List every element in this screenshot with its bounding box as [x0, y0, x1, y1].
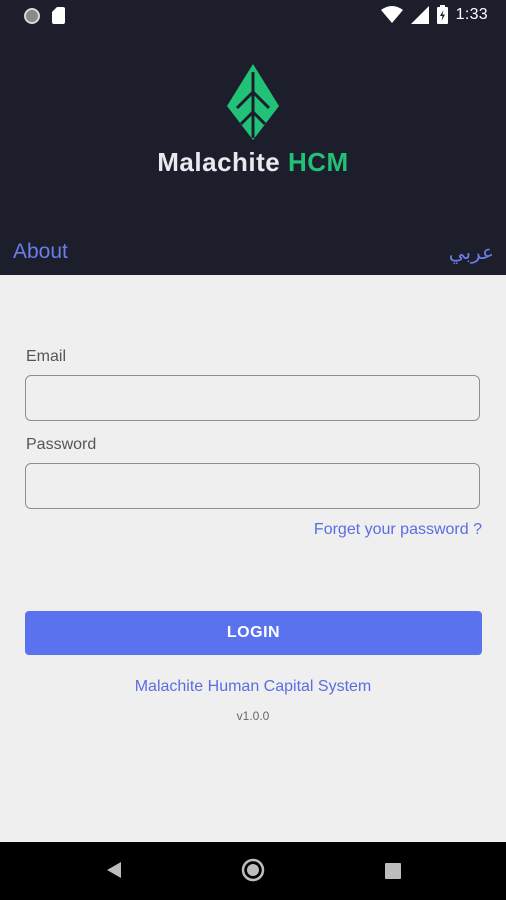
signal-icon	[410, 5, 429, 24]
password-field[interactable]	[25, 463, 480, 509]
version-label: v1.0.0	[236, 709, 270, 723]
logo	[0, 62, 506, 147]
status-time: 1:33	[455, 5, 488, 23]
recents-icon[interactable]	[384, 862, 402, 880]
email-label: Email	[26, 348, 67, 365]
email-field[interactable]	[25, 375, 480, 421]
system-name: Malachite Human Capital System	[134, 678, 372, 695]
password-label: Password	[26, 436, 97, 453]
brand-name-part1: Malachite	[157, 147, 281, 177]
language-toggle[interactable]: عربي	[449, 240, 494, 265]
back-icon[interactable]	[103, 859, 125, 881]
battery-icon	[436, 5, 448, 24]
about-link[interactable]: About	[13, 240, 68, 264]
status-bar: 1:33	[0, 0, 506, 32]
app-header: 1:33 Malachite HCM About عربي	[0, 0, 506, 275]
sd-card-icon	[52, 7, 65, 24]
login-button[interactable]: LOGIN	[25, 611, 482, 655]
brand-name-part2: HCM	[288, 147, 349, 177]
home-icon[interactable]	[241, 858, 265, 882]
notification-dot-icon	[24, 7, 40, 24]
forgot-password-link[interactable]: Forget your password ?	[314, 521, 482, 539]
wifi-icon	[380, 5, 403, 23]
brand-name: Malachite HCM	[0, 147, 506, 178]
navigation-bar	[0, 842, 506, 900]
leaf-logo-icon	[227, 64, 279, 140]
